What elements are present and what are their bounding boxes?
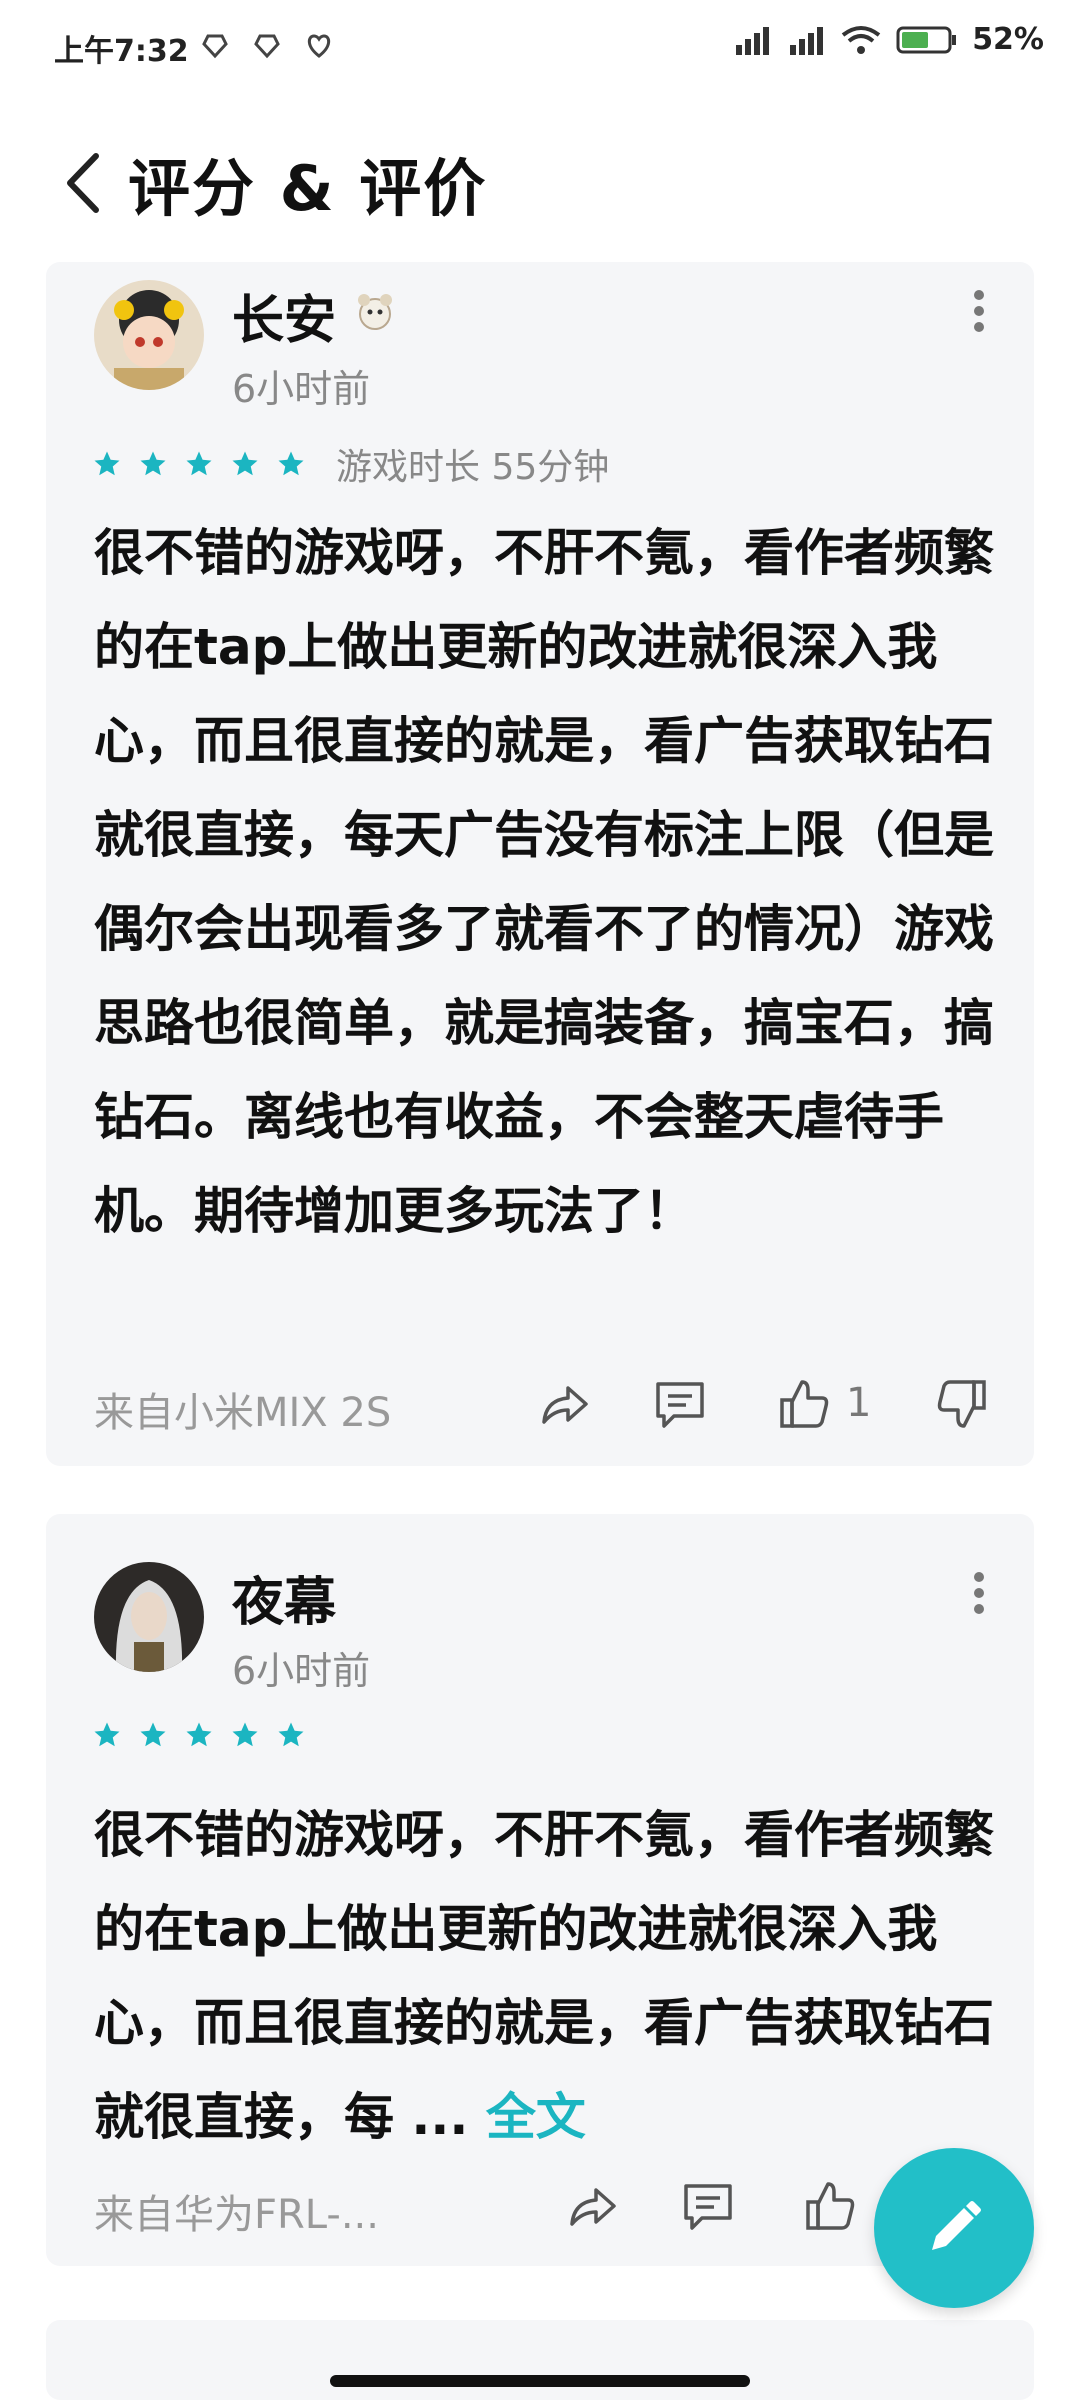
more-icon[interactable]: [972, 1566, 986, 1620]
badge-icon: [358, 294, 392, 330]
avatar[interactable]: [94, 280, 204, 390]
status-bar: 上午7:32 52%: [0, 0, 1080, 90]
edit-icon: [932, 2201, 981, 2250]
star-icon: [232, 1722, 258, 1747]
notification-icon: [202, 34, 228, 59]
star-icon: [140, 1722, 166, 1747]
page-title: 评分 & 评价: [128, 152, 488, 225]
star-icon: [186, 451, 212, 476]
device-label: 来自华为FRL-...: [94, 2192, 379, 2238]
signal-icon: [736, 26, 770, 55]
review-text[interactable]: 很不错的游戏呀，不肝不氪，看作者频繁的在tap上做出更新的改进就很深入我心，而且…: [94, 1788, 994, 2164]
rating-stars: [92, 1720, 306, 1750]
battery-percent: 52%: [972, 22, 1044, 57]
star-icon: [94, 1722, 120, 1747]
star-icon: [278, 451, 304, 476]
back-icon[interactable]: [56, 148, 116, 218]
review-time: 6小时前: [232, 1649, 371, 1693]
wifi-icon: [841, 25, 881, 54]
review-card: 长安 6小时前 游戏时长 55分钟 很不错的游戏呀，不肝不氪，看作者频繁的在ta…: [46, 262, 1034, 1466]
review-time: 6小时前: [232, 367, 371, 411]
star-icon: [94, 451, 120, 476]
rating-stars: 游戏时长 55分钟: [92, 438, 609, 490]
review-card: 夜幕 6小时前 很不错的游戏呀，不肝不氪，看作者频繁的在tap上做出更新的改进就…: [46, 1514, 1034, 2266]
device-label: 来自小米MIX 2S: [94, 1390, 392, 1436]
star-icon: [278, 1722, 304, 1747]
thumb-down-icon[interactable]: [934, 1376, 990, 1432]
status-time: 上午7:32: [54, 34, 189, 69]
thumb-up-icon[interactable]: [802, 2178, 858, 2234]
star-icon: [140, 451, 166, 476]
username[interactable]: 长安: [232, 278, 336, 353]
page-header: 评分 & 评价: [0, 100, 1080, 250]
comment-icon[interactable]: [680, 2178, 736, 2234]
signal-icon: [790, 26, 824, 55]
share-icon[interactable]: [536, 1376, 592, 1432]
full-text-link[interactable]: 全文: [486, 2088, 586, 2146]
more-icon[interactable]: [972, 284, 986, 338]
playtime: 游戏时长 55分钟: [336, 447, 610, 488]
home-indicator[interactable]: [330, 2375, 750, 2387]
comment-icon[interactable]: [652, 1376, 708, 1432]
avatar[interactable]: [94, 1562, 204, 1672]
notification-icon: [254, 34, 280, 59]
username[interactable]: 夜幕: [232, 1560, 336, 1635]
heart-icon: [307, 34, 331, 58]
like-count: 1: [846, 1380, 872, 1426]
thumb-up-icon[interactable]: [776, 1376, 832, 1432]
star-icon: [232, 451, 258, 476]
share-icon[interactable]: [564, 2178, 620, 2234]
review-text[interactable]: 很不错的游戏呀，不肝不氪，看作者频繁的在tap上做出更新的改进就很深入我心，而且…: [94, 506, 994, 1258]
review-card: [46, 2320, 1034, 2400]
star-icon: [186, 1722, 212, 1747]
battery-icon: [896, 26, 957, 53]
write-review-button[interactable]: [874, 2148, 1034, 2308]
